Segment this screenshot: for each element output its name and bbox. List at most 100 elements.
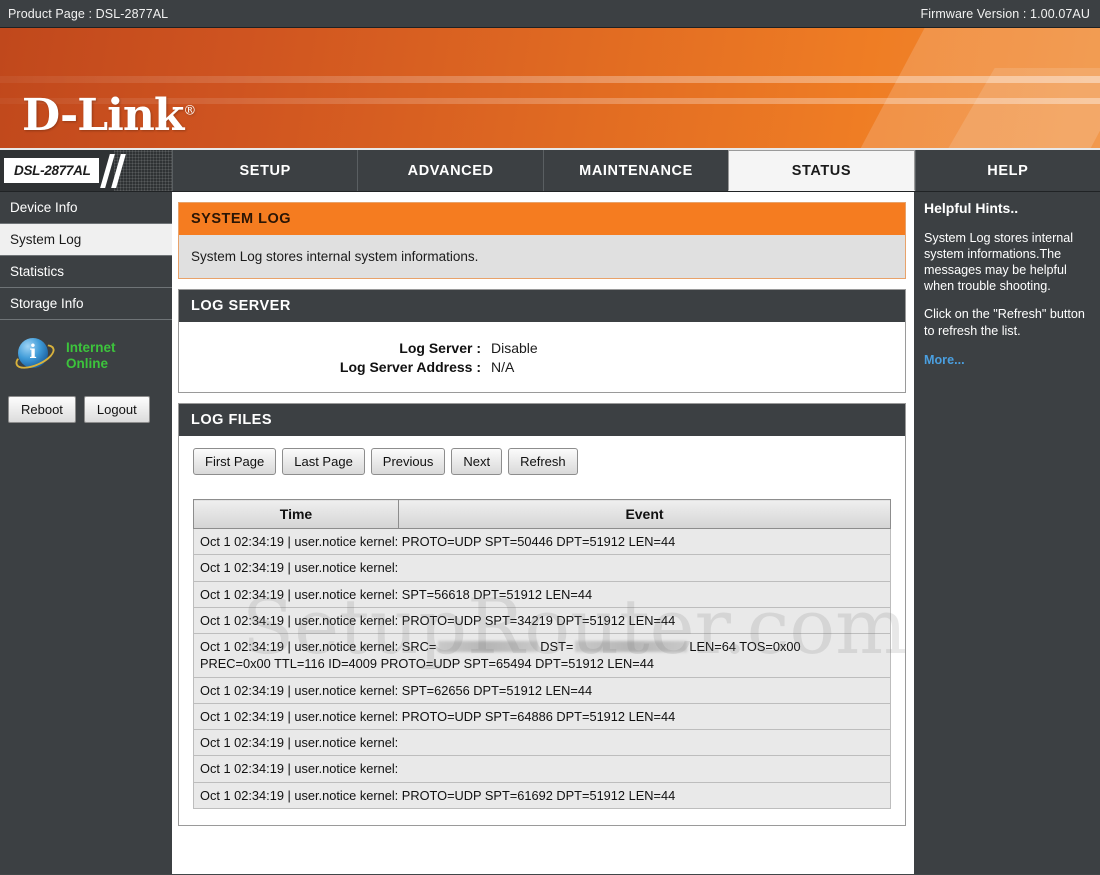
log-server-address-key: Log Server Address : bbox=[339, 359, 481, 375]
log-entry-redacted: Oct 1 02:34:19 | user.notice kernel: SRC… bbox=[193, 633, 891, 678]
tab-maintenance-label: MAINTENANCE bbox=[579, 162, 693, 179]
previous-page-button[interactable]: Previous bbox=[370, 448, 446, 475]
hints-paragraph-2: Click on the "Refresh" button to refresh… bbox=[924, 307, 1085, 338]
internet-status-block: Internet Online bbox=[0, 320, 172, 390]
sidebar-item-storage-info[interactable]: Storage Info bbox=[0, 288, 172, 320]
sidebar-action-buttons: Reboot Logout bbox=[0, 390, 172, 423]
table-row: Oct 1 02:34:19 | user.notice kernel: bbox=[193, 729, 891, 757]
sidebar-item-label: Statistics bbox=[10, 264, 65, 279]
log-entry-text: Oct 1 02:34:19 | user.notice kernel: bbox=[193, 755, 891, 783]
banner-stripe-upper bbox=[0, 76, 1100, 83]
product-page-label: Product Page : DSL-2877AL bbox=[8, 6, 169, 21]
log-files-panel: LOG FILES First Page Last Page Previous … bbox=[178, 403, 906, 826]
table-row: Oct 1 02:34:19 | user.notice kernel: bbox=[193, 554, 891, 582]
tab-maintenance[interactable]: MAINTENANCE bbox=[542, 150, 728, 191]
logout-button[interactable]: Logout bbox=[83, 396, 150, 423]
tab-help-label: HELP bbox=[987, 162, 1029, 179]
hints-paragraph-1: System Log stores internal system inform… bbox=[924, 231, 1074, 294]
sidebar-item-label: Device Info bbox=[10, 200, 78, 215]
log-entry-line2: PREC=0x00 TTL=116 ID=4009 PROTO=UDP SPT=… bbox=[200, 656, 654, 672]
sidebar: Device Info System Log Statistics Storag… bbox=[0, 192, 172, 874]
helpful-hints-panel: Helpful Hints.. System Log stores intern… bbox=[914, 192, 1100, 874]
table-row: Oct 1 02:34:19 | user.notice kernel: PRO… bbox=[193, 527, 891, 556]
table-row: Oct 1 02:34:19 | user.notice kernel: SPT… bbox=[193, 580, 891, 608]
tab-status[interactable]: STATUS bbox=[728, 150, 915, 191]
log-entry-text: Oct 1 02:34:19 | user.notice kernel: bbox=[193, 729, 891, 757]
log-server-body: Log Server : Disable Log Server Address … bbox=[179, 322, 905, 392]
main-navigation: DSL-2877AL SETUP ADVANCED MAINTENANCE ST… bbox=[0, 150, 1100, 192]
dlink-logo: D-Link® bbox=[22, 90, 196, 141]
internet-globe-icon bbox=[11, 336, 59, 376]
banner-wedge-bottom bbox=[925, 68, 1100, 148]
table-row: Oct 1 02:34:19 | user.notice kernel: PRO… bbox=[193, 781, 891, 809]
internet-status-line2: Online bbox=[66, 356, 109, 371]
log-server-key: Log Server : bbox=[399, 340, 481, 356]
last-page-button[interactable]: Last Page bbox=[282, 448, 365, 475]
log-server-row: Log Server : Disable bbox=[321, 340, 893, 356]
log-server-address-value: N/A bbox=[491, 359, 515, 375]
column-header-event: Event bbox=[398, 499, 891, 529]
tab-advanced-label: ADVANCED bbox=[407, 162, 494, 179]
log-files-header: LOG FILES bbox=[179, 404, 905, 436]
internet-status-text: Internet Online bbox=[66, 340, 116, 371]
product-topbar: Product Page : DSL-2877AL Firmware Versi… bbox=[0, 0, 1100, 28]
log-server-header: LOG SERVER bbox=[179, 290, 905, 322]
table-row: Oct 1 02:34:19 | user.notice kernel: PRO… bbox=[193, 606, 891, 635]
refresh-button[interactable]: Refresh bbox=[508, 448, 578, 475]
log-server-settings: Log Server : Disable Log Server Address … bbox=[321, 340, 893, 375]
dlink-logo-text: D-Link bbox=[22, 90, 184, 141]
banner-wedge-top bbox=[839, 28, 1100, 148]
log-entry-suffix: LEN=64 TOS=0x00 bbox=[689, 639, 801, 655]
sidebar-item-system-log[interactable]: System Log bbox=[0, 224, 172, 256]
log-table-body: Oct 1 02:34:19 | user.notice kernel: PRO… bbox=[193, 527, 891, 809]
system-log-header: SYSTEM LOG bbox=[179, 203, 905, 235]
hints-title: Helpful Hints.. bbox=[924, 200, 1019, 216]
sidebar-item-label: Storage Info bbox=[10, 296, 84, 311]
main-content: SetupRouter.com SYSTEM LOG System Log st… bbox=[172, 192, 914, 874]
log-entry-text: Oct 1 02:34:19 | user.notice kernel: PRO… bbox=[193, 781, 891, 809]
system-log-panel: SYSTEM LOG System Log stores internal sy… bbox=[178, 202, 906, 279]
column-header-time: Time bbox=[193, 499, 399, 529]
log-entry-middle: DST= bbox=[540, 639, 574, 655]
tab-help[interactable]: HELP bbox=[914, 150, 1100, 191]
system-log-description: System Log stores internal system inform… bbox=[179, 235, 905, 278]
log-entry-text: Oct 1 02:34:19 | user.notice kernel: SPT… bbox=[193, 580, 891, 608]
firmware-version-label: Firmware Version : 1.00.07AU bbox=[920, 6, 1090, 21]
log-entry-text: Oct 1 02:34:19 | user.notice kernel: SPT… bbox=[193, 676, 891, 704]
sidebar-item-label: System Log bbox=[10, 232, 82, 247]
log-server-value: Disable bbox=[491, 340, 538, 356]
table-row: Oct 1 02:34:19 | user.notice kernel: PRO… bbox=[193, 702, 891, 731]
log-server-panel: LOG SERVER Log Server : Disable Log Serv… bbox=[178, 289, 906, 393]
page-body: Device Info System Log Statistics Storag… bbox=[0, 192, 1100, 874]
tab-setup-label: SETUP bbox=[239, 162, 291, 179]
next-page-button[interactable]: Next bbox=[451, 448, 503, 475]
reboot-button[interactable]: Reboot bbox=[8, 396, 76, 423]
sidebar-item-device-info[interactable]: Device Info bbox=[0, 192, 172, 224]
log-entry-prefix: Oct 1 02:34:19 | user.notice kernel: SRC… bbox=[200, 639, 437, 655]
brand-banner: D-Link® bbox=[0, 28, 1100, 150]
first-page-button[interactable]: First Page bbox=[193, 448, 277, 475]
table-row: Oct 1 02:34:19 | user.notice kernel: bbox=[193, 755, 891, 783]
log-table: Time Event Oct 1 02:34:19 | user.notice … bbox=[193, 499, 891, 809]
table-row-redacted: Oct 1 02:34:19 | user.notice kernel: SRC… bbox=[193, 633, 891, 678]
log-server-address-row: Log Server Address : N/A bbox=[321, 359, 893, 375]
internet-status-line1: Internet bbox=[66, 340, 116, 356]
log-entry-text: Oct 1 02:34:19 | user.notice kernel: PRO… bbox=[193, 606, 891, 635]
tab-status-label: STATUS bbox=[791, 162, 852, 179]
tab-advanced[interactable]: ADVANCED bbox=[357, 150, 542, 191]
registered-mark-icon: ® bbox=[183, 103, 196, 119]
sidebar-item-statistics[interactable]: Statistics bbox=[0, 256, 172, 288]
log-table-container: Time Event Oct 1 02:34:19 | user.notice … bbox=[179, 477, 905, 825]
hints-more-link[interactable]: More... bbox=[924, 353, 965, 367]
redacted-source-ip bbox=[438, 641, 539, 653]
log-pagination-toolbar: First Page Last Page Previous Next Refre… bbox=[179, 436, 905, 477]
log-entry-text: Oct 1 02:34:19 | user.notice kernel: PRO… bbox=[193, 702, 891, 731]
model-name-label: DSL-2877AL bbox=[4, 158, 99, 183]
log-table-head: Time Event bbox=[193, 499, 891, 529]
log-table-header-row: Time Event bbox=[193, 499, 891, 529]
tab-setup[interactable]: SETUP bbox=[172, 150, 357, 191]
model-badge: DSL-2877AL bbox=[0, 150, 172, 191]
log-entry-text: Oct 1 02:34:19 | user.notice kernel: PRO… bbox=[193, 527, 891, 556]
redacted-dest-ip bbox=[575, 641, 688, 653]
badge-mesh-texture bbox=[114, 150, 172, 191]
